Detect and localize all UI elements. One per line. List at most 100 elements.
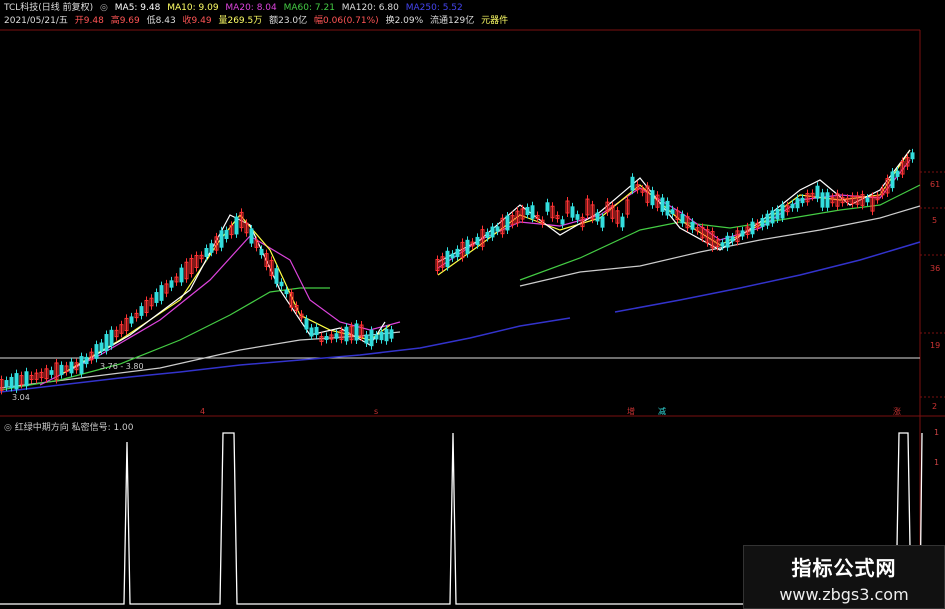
candle-body [505, 215, 510, 231]
quote-sector: 元器件 [481, 16, 509, 26]
watermark-logo: 指标公式网 www.zbgs3.com [743, 545, 945, 609]
candle-body [99, 342, 104, 352]
candle-body [104, 334, 109, 351]
candle-body [780, 204, 785, 219]
candle-body [389, 329, 394, 339]
quote-amount: 额23.0亿 [269, 16, 308, 26]
marker-2: 增 [627, 407, 635, 416]
marker-4: 涨 [893, 407, 901, 416]
price-axis-label-2: 36 [930, 264, 941, 273]
indicator-title-text: 红绿中期方向 私密信号: 1.00 [14, 423, 134, 433]
ma120-label: MA120: 6.80 [341, 3, 399, 13]
quote-float-cap: 流通129亿 [430, 16, 475, 26]
candle-body [344, 326, 349, 342]
candle-body [740, 230, 745, 237]
candle-body [620, 216, 625, 228]
candle-body [309, 327, 314, 337]
candle-body [465, 239, 470, 255]
candle-body [485, 231, 490, 239]
ma10-label: MA10: 9.09 [167, 3, 219, 13]
candle-body [159, 285, 164, 301]
ma60-label: MA60: 7.21 [283, 3, 335, 13]
candle-body [224, 229, 229, 240]
candle-body [179, 267, 184, 283]
candle-body [139, 306, 144, 316]
candle-body [374, 334, 379, 340]
candle-body [49, 370, 54, 375]
candle-body [364, 334, 369, 344]
quote-date: 2021/05/21/五 [4, 16, 68, 26]
candle-body [815, 185, 820, 199]
candle-body [790, 203, 795, 209]
candle-body [670, 209, 675, 215]
ma-legend: TCL科技(日线 前复权) ◎ MA5: 9.48 MA10: 9.09 MA2… [4, 3, 467, 14]
ma5-label: MA5: 9.48 [114, 3, 161, 13]
candle-body [209, 243, 214, 253]
marker-0: 4 [200, 407, 206, 416]
candle-body [595, 212, 600, 222]
candle-body [865, 197, 870, 203]
candle-body [650, 190, 655, 206]
candle-body [450, 253, 455, 259]
candle-body [630, 176, 635, 191]
candle-body [324, 335, 329, 341]
candle-body [545, 202, 550, 212]
candle-body [530, 205, 535, 219]
quote-low: 低8.43 [146, 16, 176, 26]
symbol-title: TCL科技(日线 前复权) [4, 3, 94, 13]
candle-body [234, 216, 239, 235]
candle-body [525, 206, 530, 216]
settings-icon[interactable]: ◎ [100, 3, 108, 13]
candle-body [24, 371, 29, 387]
candle-body [14, 373, 19, 390]
candle-body [775, 208, 780, 220]
quote-high: 高9.69 [110, 16, 140, 26]
candle-body [765, 213, 770, 226]
candle-body [354, 323, 359, 341]
candle-body [575, 214, 580, 220]
candle-body [379, 331, 384, 341]
indicator-axis-label-1: 1 [934, 458, 940, 467]
candle-body [660, 197, 665, 212]
candle-body [475, 236, 480, 246]
watermark-url: www.zbgs3.com [779, 585, 909, 604]
candle-body [79, 356, 84, 374]
ma250-label: MA250: 5.52 [405, 3, 463, 13]
candle-body [94, 344, 99, 359]
kline-chart[interactable] [0, 0, 945, 609]
candle-body [495, 226, 500, 232]
candle-body [760, 217, 765, 227]
candle-body [445, 250, 450, 268]
candle-body [910, 152, 915, 160]
ma250-line-b [614, 241, 921, 313]
marker-1: s [374, 407, 379, 416]
candle-body [560, 219, 565, 225]
candle-body [750, 221, 755, 235]
indicator-axis-label-0: 1 [934, 428, 940, 437]
indicator-settings-icon[interactable]: ◎ [4, 423, 15, 433]
candle-body [259, 248, 264, 256]
candle-body [795, 198, 800, 209]
ma120-line-b [519, 205, 921, 287]
candle-body [825, 192, 830, 208]
candle-body [455, 248, 460, 258]
candle-body [895, 170, 900, 177]
candle-body [284, 289, 289, 295]
candle-body [249, 228, 254, 244]
candle-body [219, 230, 224, 248]
candle-body [304, 318, 309, 330]
quote-turnover: 换2.09% [385, 16, 424, 26]
range-annotation: 3.76 - 3.80 [100, 362, 144, 371]
candle-body [800, 197, 805, 204]
candle-body [725, 235, 730, 248]
quote-info: 2021/05/21/五 开9.48 高9.69 低8.43 收9.49 量26… [4, 16, 512, 27]
candle-body [129, 316, 134, 324]
candle-body [169, 280, 174, 288]
candle-body [600, 216, 605, 228]
low-annotation: 3.04 [12, 393, 30, 402]
candle-body [84, 356, 89, 365]
quote-volume: 量269.5万 [218, 16, 263, 26]
indicator-title: ◎ 红绿中期方向 私密信号: 1.00 [4, 420, 134, 433]
price-axis-label-0: 61 [930, 180, 941, 189]
quote-open: 开9.48 [74, 16, 104, 26]
